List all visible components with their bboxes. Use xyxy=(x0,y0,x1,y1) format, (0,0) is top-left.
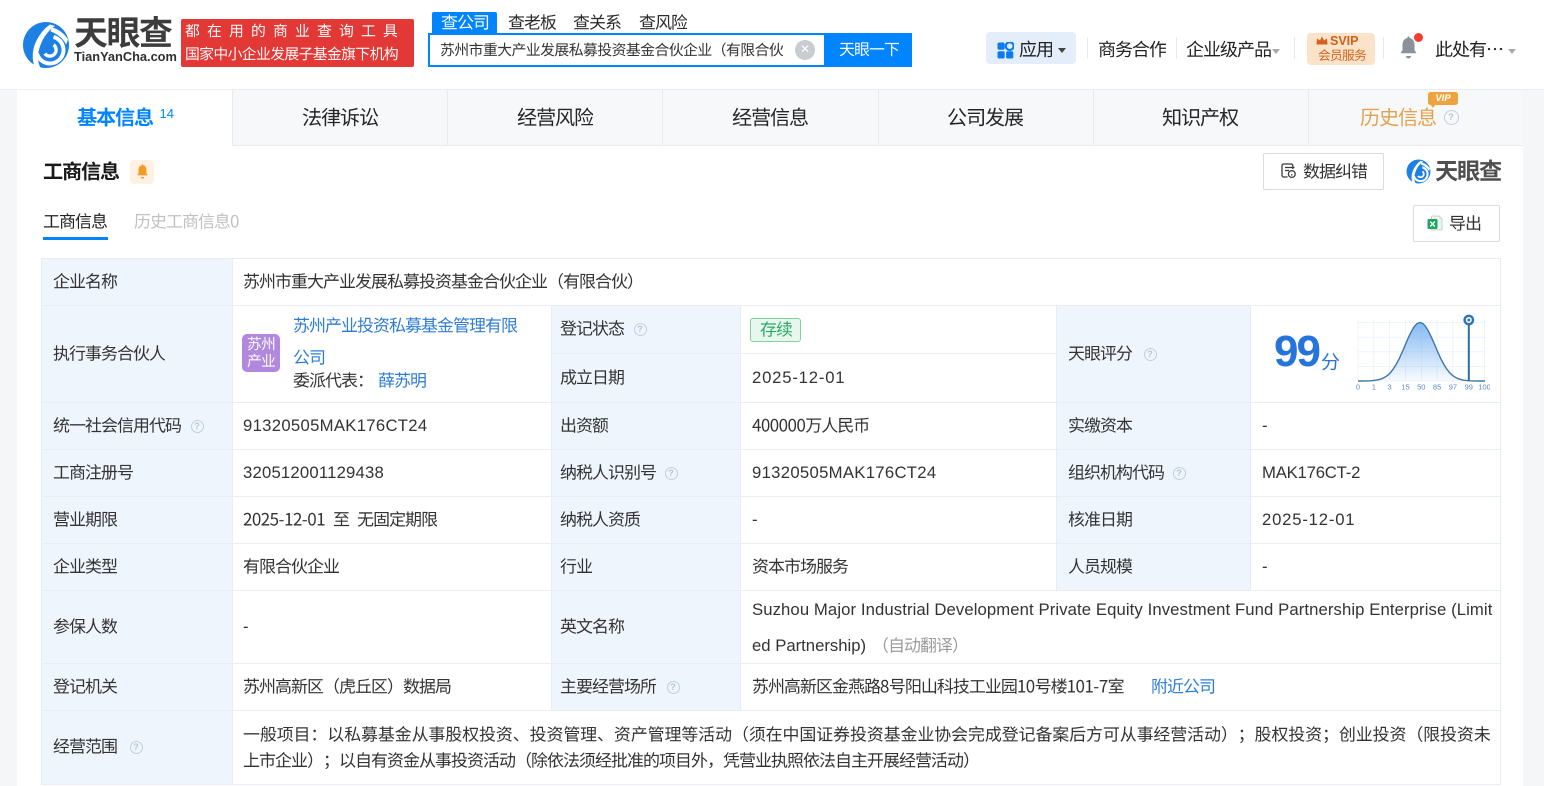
svg-text:50: 50 xyxy=(1417,383,1425,392)
svg-text:100: 100 xyxy=(1478,383,1490,392)
svg-text:1: 1 xyxy=(1372,383,1376,392)
svg-text:85: 85 xyxy=(1433,383,1441,392)
svg-text:99: 99 xyxy=(1465,383,1473,392)
svg-text:0: 0 xyxy=(1356,383,1360,392)
svg-text:97: 97 xyxy=(1449,383,1457,392)
svg-text:15: 15 xyxy=(1401,383,1409,392)
svg-text:3: 3 xyxy=(1388,383,1392,392)
